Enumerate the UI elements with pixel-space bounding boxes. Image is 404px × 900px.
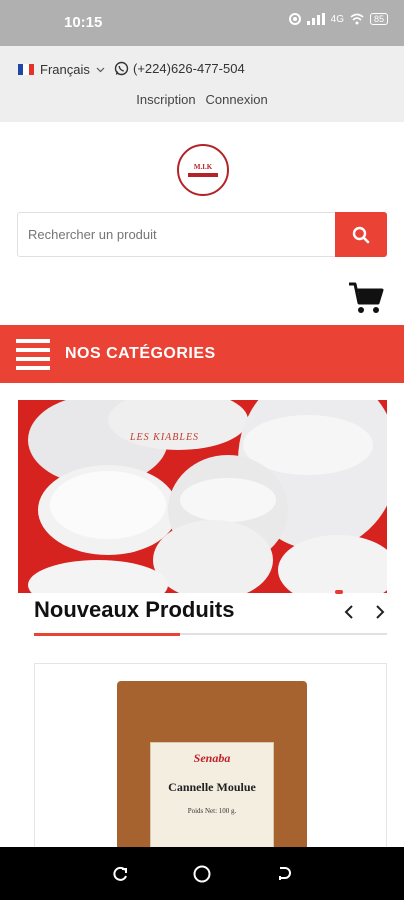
- product-weight: Poids Net: 100 g.: [187, 807, 237, 815]
- logo-bar: [188, 173, 218, 177]
- network-type: 4G: [330, 13, 344, 25]
- france-flag-icon: [18, 64, 34, 75]
- banner-image: [18, 400, 387, 593]
- wifi-icon: [350, 13, 364, 25]
- categories-bar[interactable]: NOS CATÉGORIES: [0, 325, 404, 383]
- banner-watermark: LES KIABLES: [130, 432, 200, 443]
- site-logo[interactable]: M.I.K: [177, 144, 229, 196]
- product-image: Senaba Cannelle Moulue Poids Net: 100 g.: [117, 681, 307, 862]
- product-name: Cannelle Moulue: [168, 780, 256, 794]
- login-link[interactable]: Connexion: [206, 92, 268, 107]
- product-card[interactable]: Senaba Cannelle Moulue Poids Net: 100 g.: [34, 663, 387, 863]
- cart-icon[interactable]: [348, 281, 384, 315]
- chevron-down-icon: [96, 67, 105, 72]
- chevron-right-icon[interactable]: [374, 603, 386, 621]
- auth-links: Inscription Connexion: [0, 92, 404, 107]
- search-bar: [17, 212, 387, 257]
- location-icon: [288, 13, 301, 25]
- promo-banner[interactable]: LES KIABLES: [18, 400, 387, 593]
- search-button[interactable]: [335, 212, 387, 257]
- section-divider-active: [34, 633, 180, 636]
- top-bar: Français (+224)626-477-504 Inscription C…: [0, 46, 404, 122]
- search-input[interactable]: [18, 213, 335, 256]
- menu-icon: [16, 338, 50, 370]
- categories-title: NOS CATÉGORIES: [65, 345, 216, 362]
- back-icon[interactable]: [275, 865, 293, 883]
- home-icon[interactable]: [192, 864, 212, 884]
- whatsapp-icon: [114, 61, 129, 76]
- signal-icon: [306, 13, 325, 25]
- battery-icon: 85: [369, 13, 388, 25]
- phone-contact[interactable]: (+224)626-477-504: [114, 61, 245, 76]
- language-label: Français: [40, 62, 90, 77]
- section-title: Nouveaux Produits: [34, 597, 235, 622]
- chevron-left-icon[interactable]: [343, 603, 355, 621]
- system-nav-bar: [0, 847, 404, 900]
- recent-apps-icon[interactable]: [111, 865, 129, 883]
- carousel-indicator: [335, 590, 343, 594]
- phone-number: (+224)626-477-504: [133, 61, 245, 76]
- signup-link[interactable]: Inscription: [136, 92, 195, 107]
- status-icons: 4G 85: [288, 13, 388, 25]
- logo-text: M.I.K: [193, 163, 213, 171]
- search-icon: [352, 226, 370, 243]
- status-time: 10:15: [64, 14, 103, 31]
- product-brand: Senaba: [193, 751, 231, 765]
- language-selector[interactable]: Français: [18, 62, 105, 77]
- status-bar: 10:15 4G 85: [0, 0, 404, 46]
- product-label: Senaba Cannelle Moulue Poids Net: 100 g.: [150, 742, 274, 862]
